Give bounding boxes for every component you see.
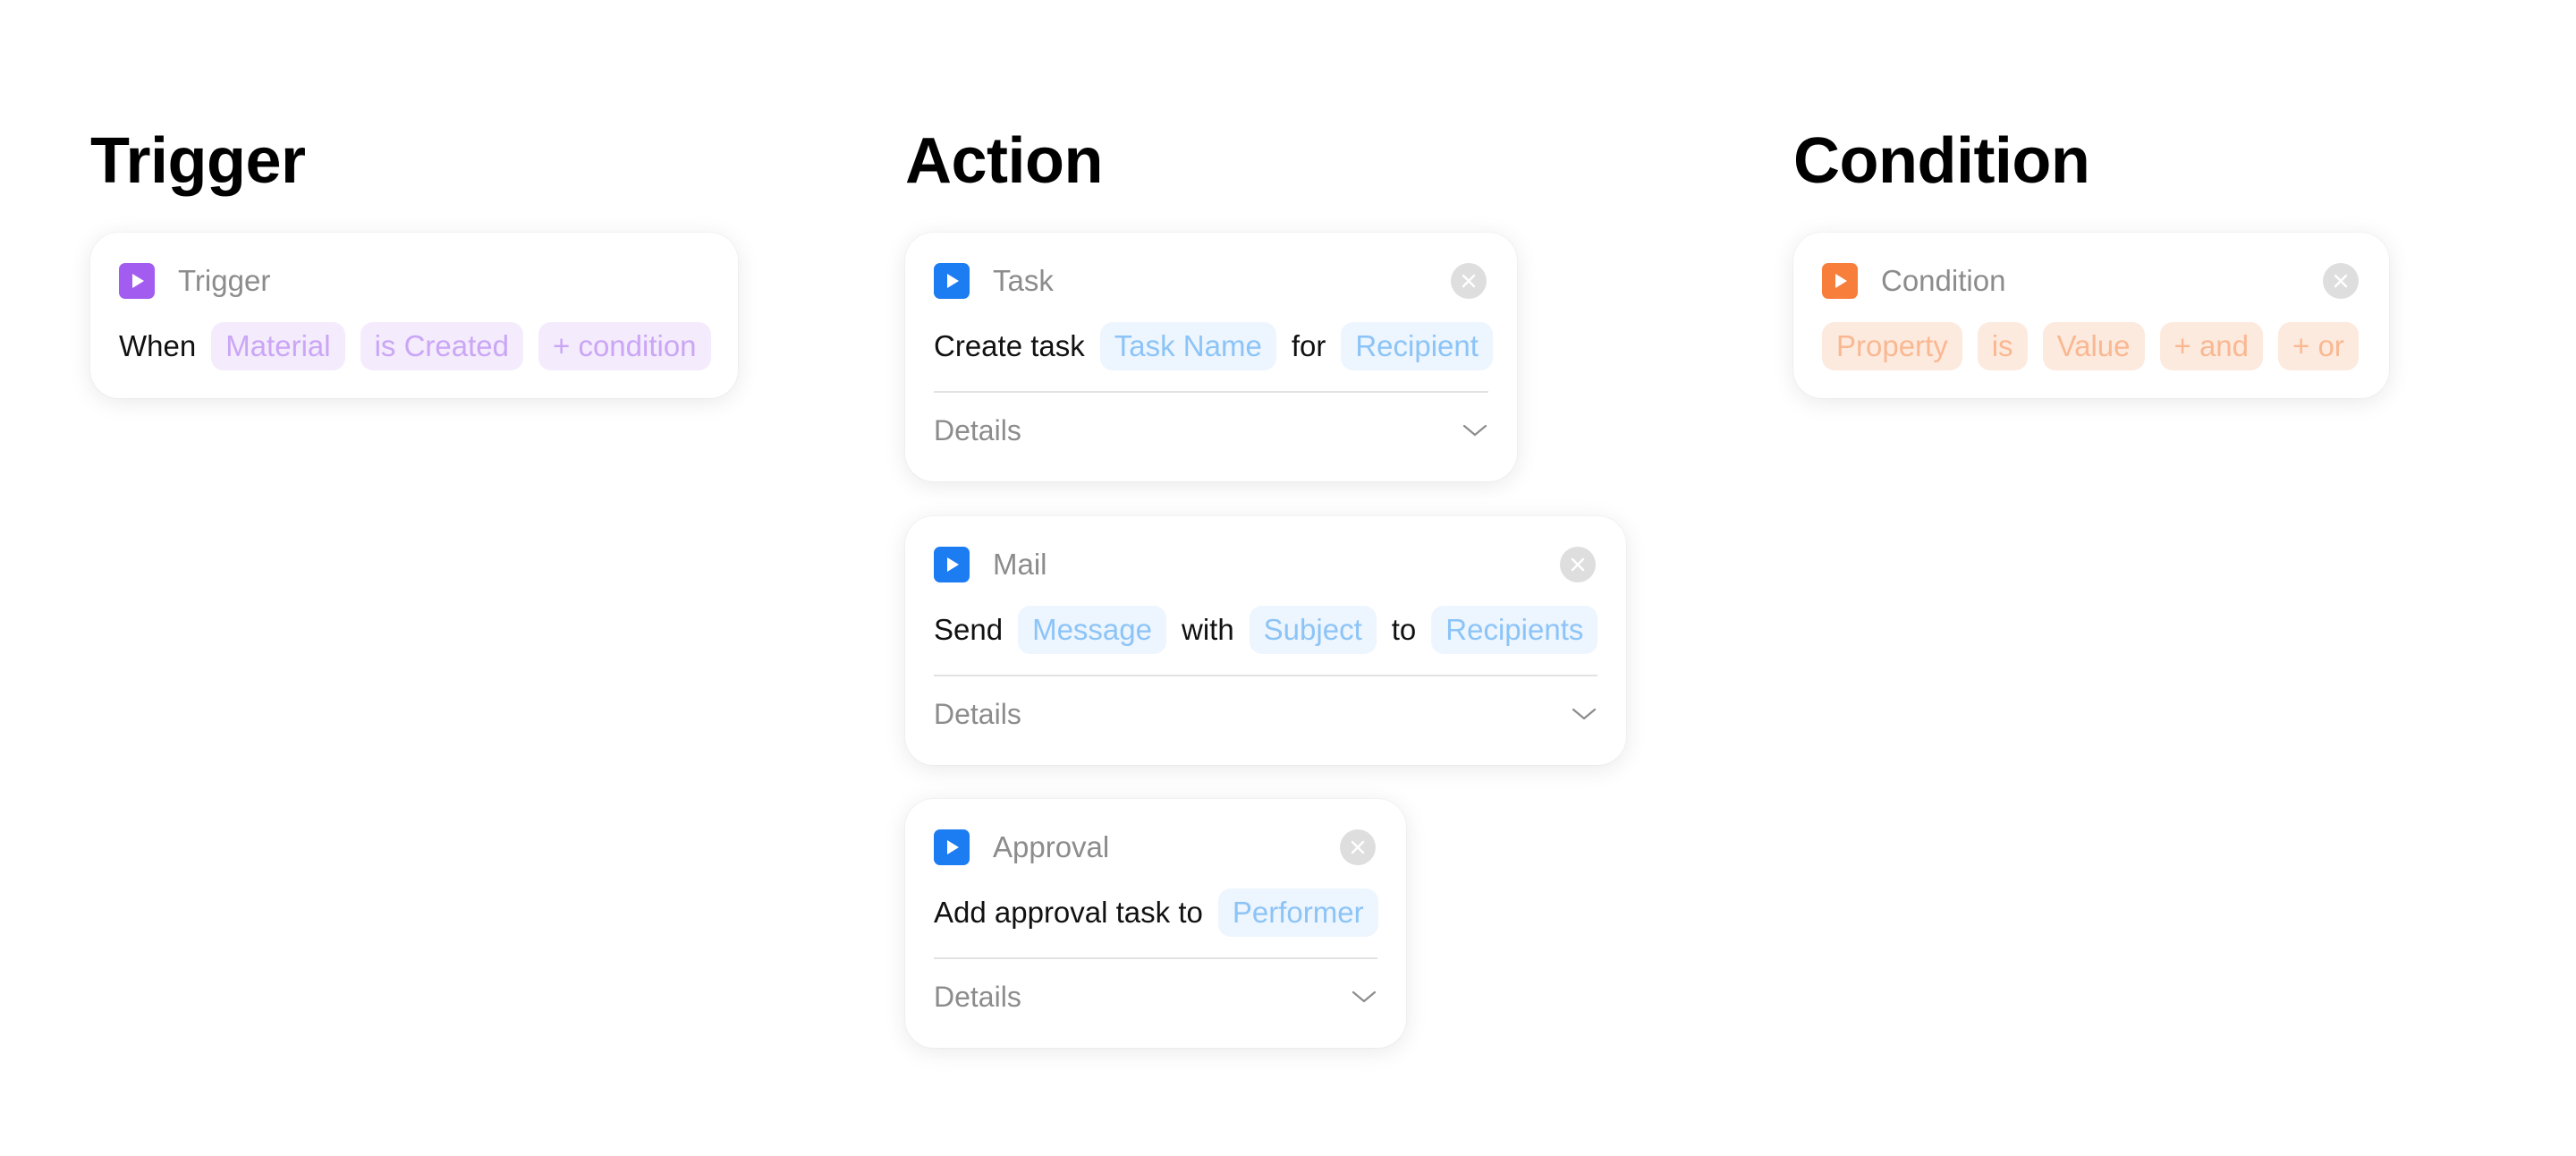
close-icon[interactable]: [2323, 263, 2359, 299]
material-chip[interactable]: Material: [211, 322, 345, 370]
performer-chip[interactable]: Performer: [1217, 888, 1378, 937]
play-icon: [934, 829, 970, 865]
approval-card-header: Approval: [934, 829, 1109, 865]
trigger-sentence: When Material is Created + condition: [119, 322, 711, 370]
approval-sentence: Add approval task to Performer: [934, 888, 1378, 937]
when-text: When: [119, 329, 197, 362]
add-and-chip[interactable]: + and: [2159, 322, 2264, 370]
for-text: for: [1291, 329, 1326, 362]
trigger-card[interactable]: Trigger When Material is Created + condi…: [90, 233, 738, 398]
create-task-text: Create task: [934, 329, 1085, 362]
add-or-chip[interactable]: + or: [2278, 322, 2359, 370]
close-icon[interactable]: [1451, 263, 1487, 299]
recipients-chip[interactable]: Recipients: [1431, 606, 1598, 654]
mail-card-label: Mail: [993, 548, 1047, 581]
play-icon: [934, 263, 970, 299]
details-toggle[interactable]: Details: [934, 974, 1377, 1019]
details-toggle[interactable]: Details: [934, 408, 1488, 453]
close-icon[interactable]: [1560, 547, 1596, 582]
property-chip[interactable]: Property: [1822, 322, 1962, 370]
divider: [934, 675, 1597, 676]
play-icon: [1822, 263, 1858, 299]
play-icon: [934, 547, 970, 582]
play-icon: [119, 263, 155, 299]
condition-card[interactable]: Condition Property is Value + and + or: [1793, 233, 2389, 398]
value-chip[interactable]: Value: [2042, 322, 2145, 370]
chevron-down-icon: [1352, 990, 1377, 1003]
condition-card-label: Condition: [1881, 264, 2006, 297]
message-chip[interactable]: Message: [1018, 606, 1166, 654]
divider: [934, 957, 1377, 959]
add-approval-text: Add approval task to: [934, 896, 1203, 929]
approval-card-label: Approval: [993, 830, 1110, 863]
trigger-card-label: Trigger: [178, 264, 271, 297]
task-name-chip[interactable]: Task Name: [1099, 322, 1276, 370]
close-icon[interactable]: [1340, 829, 1376, 865]
subject-chip[interactable]: Subject: [1249, 606, 1377, 654]
details-toggle[interactable]: Details: [934, 692, 1597, 736]
task-sentence: Create task Task Name for Recipient: [934, 322, 1493, 370]
mail-sentence: Send Message with Subject to Recipients: [934, 606, 1598, 654]
mail-card-header: Mail: [934, 547, 1047, 582]
condition-sentence: Property is Value + and + or: [1822, 322, 2359, 370]
condition-card-header: Condition: [1822, 263, 2005, 299]
to-text: to: [1391, 613, 1417, 646]
is-created-chip[interactable]: is Created: [360, 322, 523, 370]
action-column-title: Action: [905, 125, 1103, 197]
is-chip[interactable]: is: [1977, 322, 2028, 370]
task-card-label: Task: [993, 264, 1054, 297]
divider: [934, 391, 1488, 393]
details-label: Details: [934, 414, 1021, 446]
task-card[interactable]: Task Create task Task Name for Recipient…: [905, 233, 1517, 481]
trigger-column-title: Trigger: [90, 125, 306, 197]
details-label: Details: [934, 981, 1021, 1013]
add-condition-chip[interactable]: + condition: [538, 322, 711, 370]
mail-card[interactable]: Mail Send Message with Subject to Recipi…: [905, 516, 1626, 765]
trigger-card-header: Trigger: [119, 263, 270, 299]
with-text: with: [1181, 613, 1234, 646]
chevron-down-icon: [1572, 708, 1597, 720]
chevron-down-icon: [1462, 424, 1487, 437]
recipient-chip[interactable]: Recipient: [1341, 322, 1493, 370]
condition-column-title: Condition: [1793, 125, 2090, 197]
send-text: Send: [934, 613, 1004, 646]
details-label: Details: [934, 698, 1021, 730]
task-card-header: Task: [934, 263, 1054, 299]
approval-card[interactable]: Approval Add approval task to Performer …: [905, 799, 1406, 1048]
